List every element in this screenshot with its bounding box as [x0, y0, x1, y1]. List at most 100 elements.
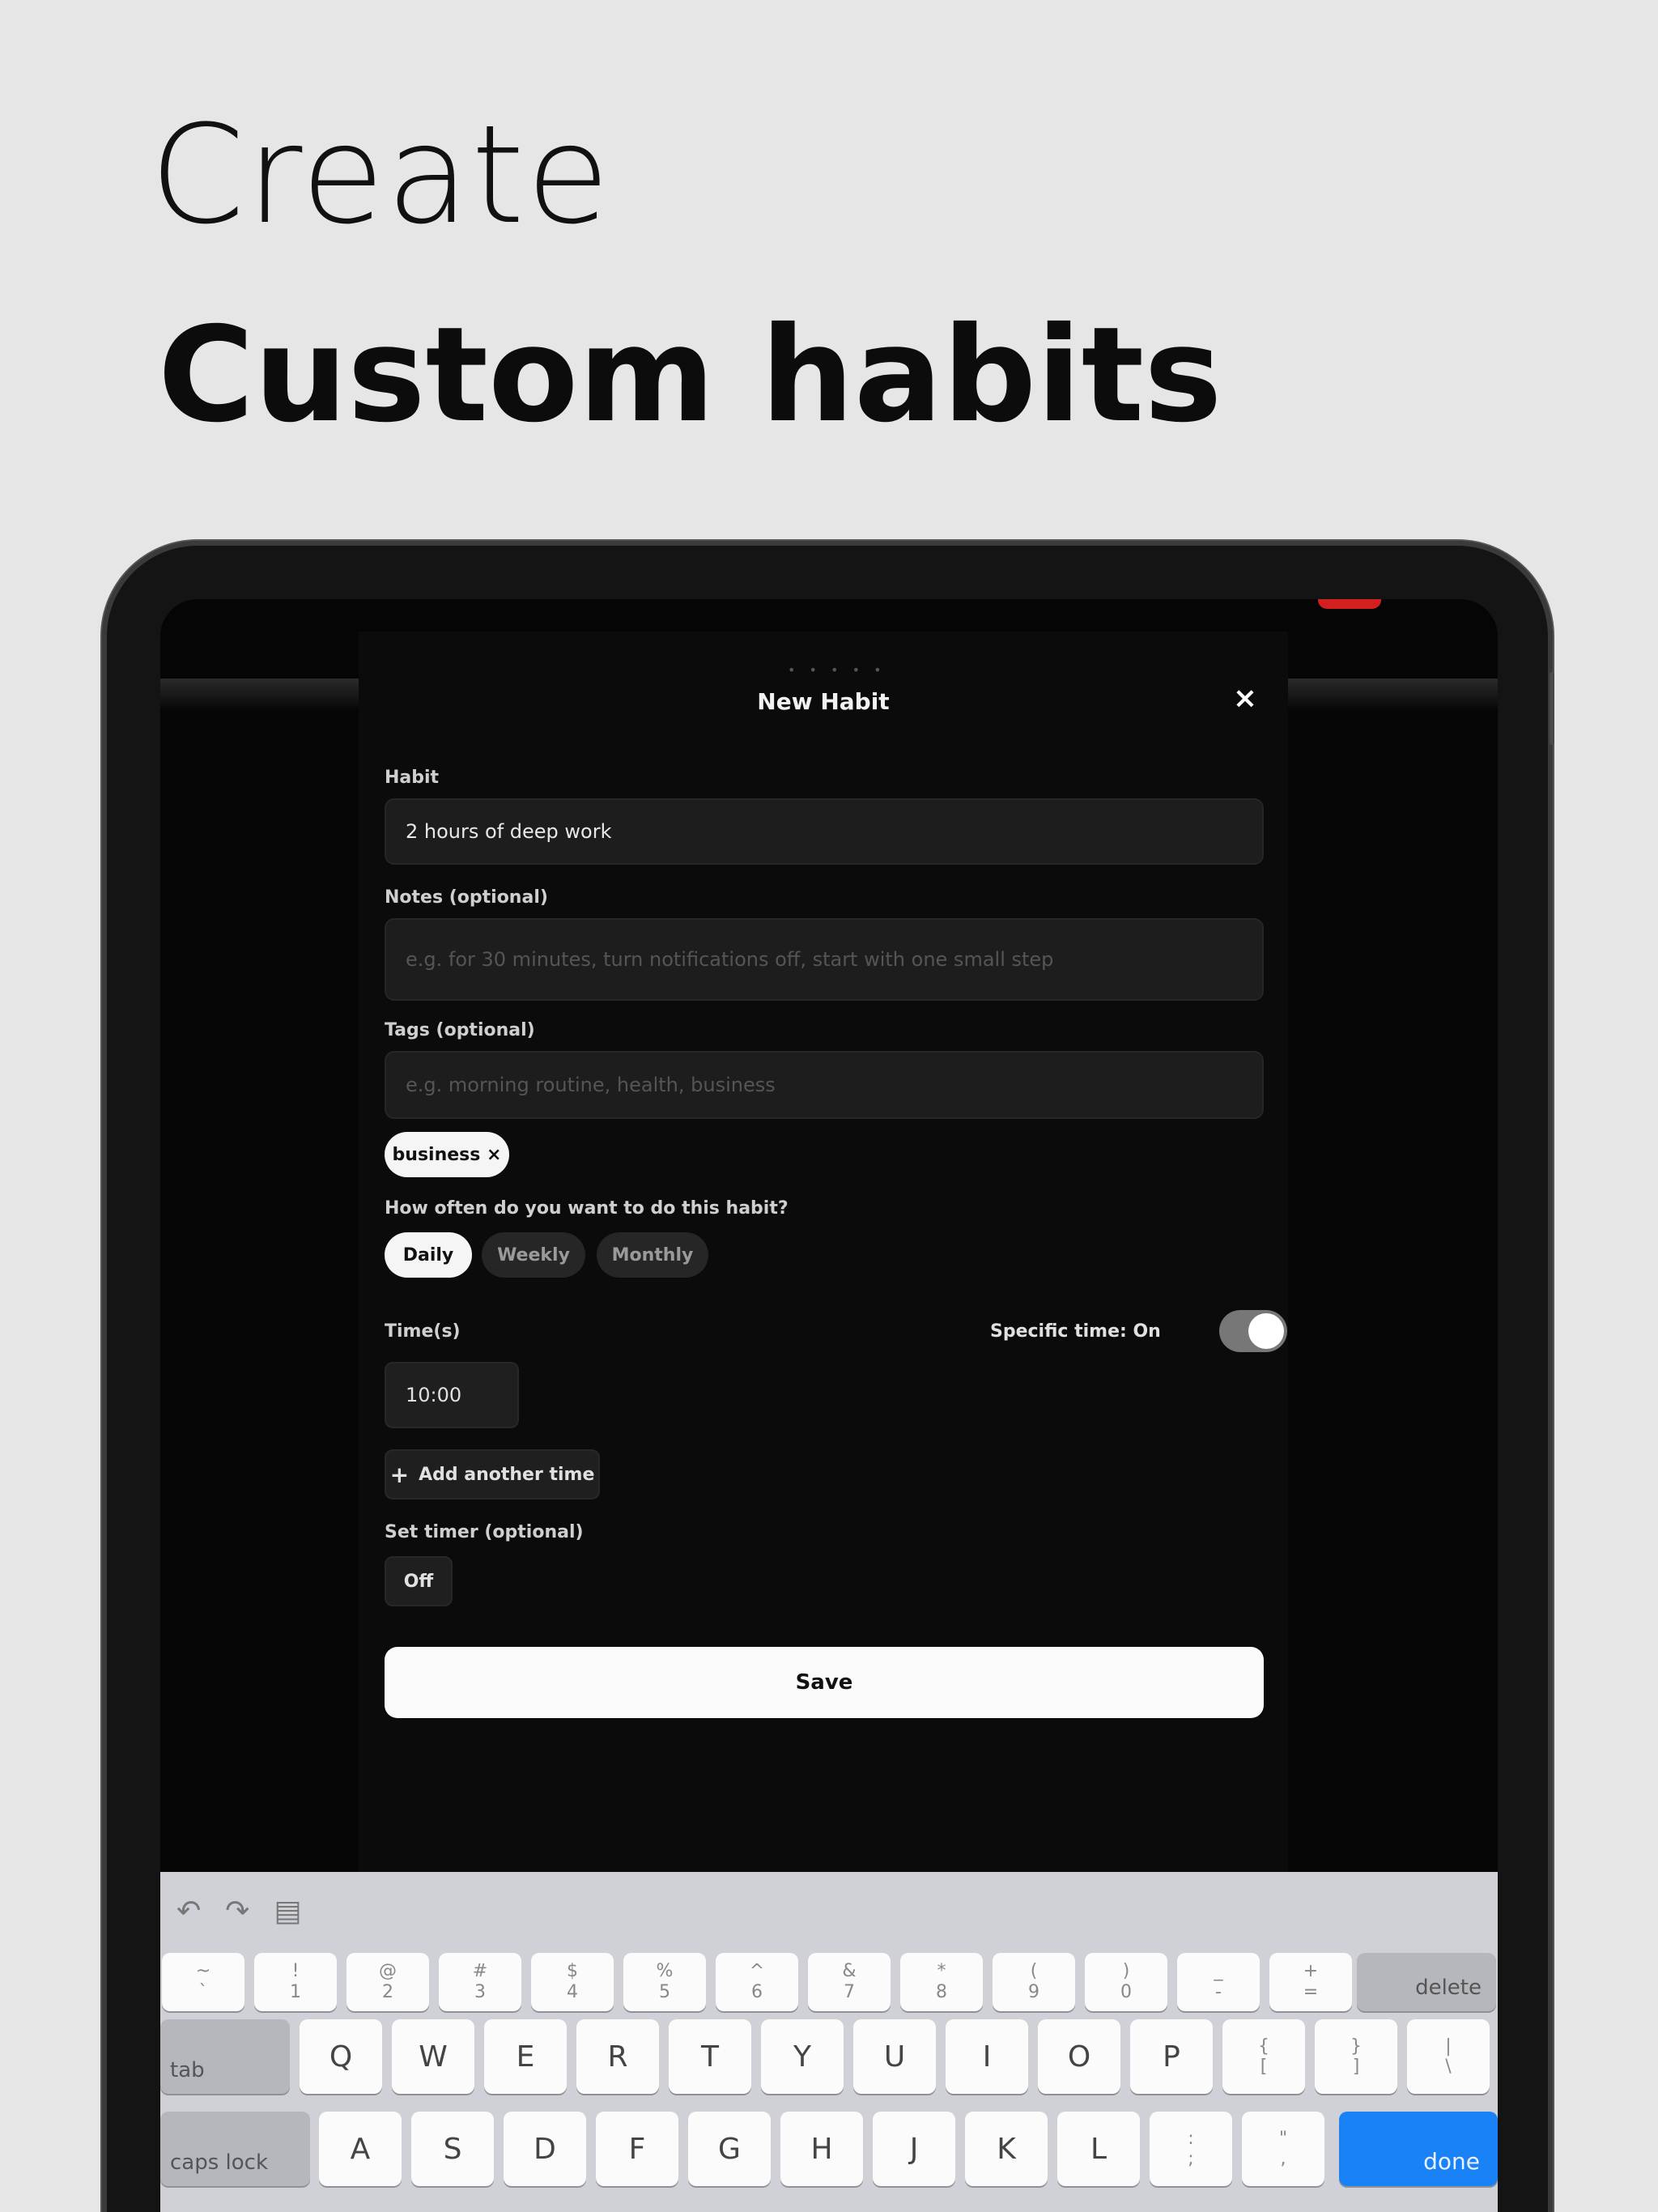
undo-icon[interactable]: ↶ — [176, 1895, 201, 1928]
key-char: 9 — [1028, 1982, 1039, 2002]
key-7[interactable]: & 7 — [808, 1953, 891, 2011]
key-shift-char: : — [1188, 2129, 1194, 2149]
onscreen-keyboard: ↶ ↷ ▤ ~ `! 1 @2 #3 $4% 5 ^ 6 & 7 * 8(9) 0 _ - + = delete ta… — [160, 1872, 1498, 2212]
key-shift-char: ! — [291, 1961, 300, 1981]
key-tab[interactable]: tab — [160, 2019, 290, 2094]
clipboard-icon[interactable]: ▤ — [274, 1895, 301, 1928]
key-char: \ — [1445, 2057, 1452, 2077]
key-shift-char: @ — [379, 1961, 397, 1981]
key-`[interactable]: ~ ` — [162, 1953, 244, 2011]
key-char: ` — [198, 1982, 208, 2002]
key-u[interactable]: U — [853, 2019, 936, 2094]
recording-indicator — [1318, 599, 1381, 609]
key-char: ; — [1188, 2149, 1194, 2169]
notes-label: Notes (optional) — [385, 887, 548, 908]
key-3[interactable]: #3 — [439, 1953, 521, 2011]
plus-icon: + — [389, 1461, 410, 1488]
key-=[interactable]: + = — [1269, 1953, 1352, 2011]
key-sym-a-1[interactable]: ", — [1242, 2112, 1324, 2186]
redo-icon[interactable]: ↷ — [225, 1895, 249, 1928]
habit-input[interactable]: 2 hours of deep work — [385, 798, 1264, 865]
key-9[interactable]: (9 — [993, 1953, 1075, 2011]
key-sym-1[interactable]: }] — [1315, 2019, 1397, 2094]
close-icon[interactable]: × — [1233, 682, 1257, 715]
tags-label: Tags (optional) — [385, 1020, 535, 1040]
add-time-label: Add another time — [419, 1464, 595, 1485]
key-shift-char: ( — [1030, 1961, 1038, 1981]
key-shift-char: # — [472, 1961, 488, 1981]
key-k[interactable]: K — [965, 2112, 1048, 2186]
key-a[interactable]: A — [319, 2112, 402, 2186]
key-caps-lock[interactable]: caps lock — [160, 2112, 310, 2186]
sheet-grabber[interactable]: • • • • • — [788, 662, 886, 678]
key-char: 4 — [567, 1982, 578, 2002]
key--[interactable]: _ - — [1177, 1953, 1260, 2011]
key-char: 2 — [382, 1982, 393, 2002]
timer-label: Set timer (optional) — [385, 1522, 584, 1542]
key-h[interactable]: H — [780, 2112, 863, 2186]
key-f[interactable]: F — [596, 2112, 678, 2186]
key-char: 1 — [290, 1982, 301, 2002]
key-1[interactable]: ! 1 — [254, 1953, 337, 2011]
notes-input[interactable]: e.g. for 30 minutes, turn notifications … — [385, 918, 1264, 1001]
key-s[interactable]: S — [411, 2112, 494, 2186]
frequency-daily[interactable]: Daily — [385, 1232, 472, 1278]
key-delete[interactable]: delete — [1357, 1953, 1496, 2011]
key-char: 0 — [1120, 1982, 1132, 2002]
key-char: ] — [1352, 2057, 1360, 2077]
background-nav-right — [1288, 678, 1498, 711]
key-shift-char: & — [842, 1961, 857, 1981]
key-shift-char: } — [1350, 2036, 1362, 2057]
timer-off-button[interactable]: Off — [385, 1556, 453, 1606]
key-g[interactable]: G — [688, 2112, 771, 2186]
add-time-button[interactable]: + Add another time — [385, 1449, 600, 1499]
key-8[interactable]: * 8 — [900, 1953, 983, 2011]
save-button[interactable]: Save — [385, 1647, 1264, 1718]
key-0[interactable]: ) 0 — [1085, 1953, 1167, 2011]
key-e[interactable]: E — [484, 2019, 567, 2094]
key-t[interactable]: T — [669, 2019, 751, 2094]
tags-input[interactable]: e.g. morning routine, health, business — [385, 1051, 1264, 1119]
tag-chip-business[interactable]: business × — [385, 1132, 509, 1177]
specific-time-toggle[interactable] — [1219, 1310, 1287, 1352]
key-w[interactable]: W — [392, 2019, 474, 2094]
key-d[interactable]: D — [504, 2112, 586, 2186]
headline-create: Create — [150, 96, 612, 254]
key-done[interactable]: done — [1339, 2112, 1498, 2186]
key-q[interactable]: Q — [300, 2019, 382, 2094]
key-2[interactable]: @2 — [346, 1953, 429, 2011]
key-sym-0[interactable]: {[ — [1222, 2019, 1305, 2094]
specific-time-label: Specific time: On — [990, 1321, 1161, 1342]
keyboard-toolbar: ↶ ↷ ▤ — [176, 1895, 301, 1928]
frequency-monthly[interactable]: Monthly — [597, 1232, 708, 1278]
key-r[interactable]: R — [576, 2019, 659, 2094]
key-4[interactable]: $4 — [531, 1953, 614, 2011]
key-shift-char: ) — [1122, 1961, 1130, 1981]
tablet-screen: • • • • • New Habit × Habit 2 hours of d… — [160, 599, 1498, 2212]
key-char: 7 — [844, 1982, 855, 2002]
key-6[interactable]: ^ 6 — [716, 1953, 798, 2011]
key-y[interactable]: Y — [761, 2019, 844, 2094]
key-j[interactable]: J — [873, 2112, 955, 2186]
key-o[interactable]: O — [1038, 2019, 1120, 2094]
headline-custom-habits: Custom habits — [158, 300, 1222, 452]
key-sym-2[interactable]: | \ — [1407, 2019, 1490, 2094]
key-char: 5 — [659, 1982, 670, 2002]
key-shift-char: ^ — [749, 1961, 765, 1981]
key-5[interactable]: % 5 — [623, 1953, 706, 2011]
background-nav-left — [160, 678, 359, 711]
key-shift-char: | — [1445, 2036, 1452, 2057]
key-shift-char: ~ — [195, 1961, 211, 1981]
key-l[interactable]: L — [1057, 2112, 1140, 2186]
key-char: 8 — [936, 1982, 947, 2002]
key-char: - — [1215, 1982, 1222, 2002]
key-p[interactable]: P — [1130, 2019, 1213, 2094]
frequency-weekly[interactable]: Weekly — [482, 1232, 585, 1278]
key-i[interactable]: I — [946, 2019, 1028, 2094]
key-char: 3 — [474, 1982, 486, 2002]
time-input-1[interactable]: 10:00 — [385, 1362, 519, 1428]
key-sym-a-0[interactable]: :; — [1150, 2112, 1232, 2186]
key-shift-char: " — [1278, 2129, 1288, 2149]
frequency-label: How often do you want to do this habit? — [385, 1198, 789, 1219]
key-char: [ — [1260, 2057, 1268, 2077]
